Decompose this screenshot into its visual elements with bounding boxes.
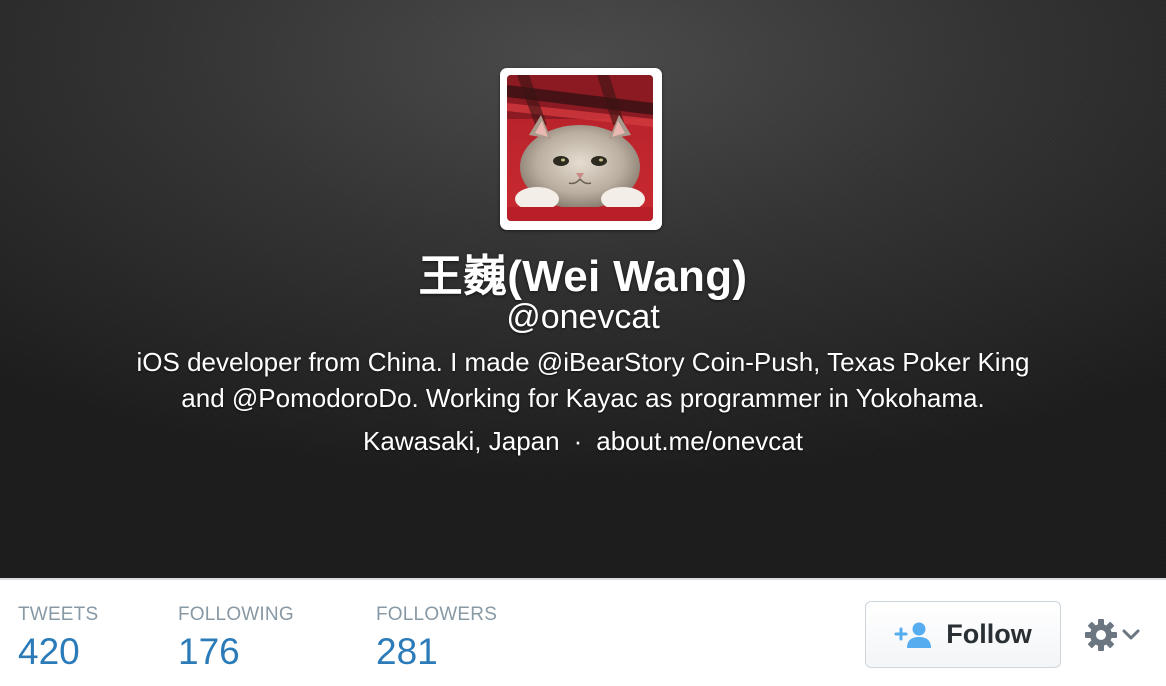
profile-website-link[interactable]: about.me/onevcat (596, 426, 803, 456)
gear-icon (1085, 619, 1117, 651)
stat-followers-label: FOLLOWERS (376, 604, 498, 625)
bio-line: and @PomodoroDo. Working for Kayac as pr… (181, 383, 985, 413)
avatar-image (507, 75, 653, 221)
header-divider (0, 578, 1166, 580)
meta-separator: · (573, 426, 583, 456)
stat-following-label: FOLLOWING (178, 604, 294, 625)
profile-meta: Kawasaki, Japan · about.me/onevcat (0, 426, 1166, 457)
profile-header: 王巍(Wei Wang) @onevcat iOS developer from… (0, 0, 1166, 578)
avatar[interactable] (500, 68, 662, 230)
chevron-down-icon (1122, 629, 1140, 640)
stat-following-value: 176 (178, 631, 240, 672)
stat-followers-value: 281 (376, 631, 438, 672)
profile-bio: iOS developer from China. I made @iBearS… (90, 344, 1076, 416)
user-actions-dropdown[interactable] (1084, 617, 1146, 653)
profile-screen-name[interactable]: @onevcat (0, 298, 1166, 337)
add-user-icon (894, 622, 932, 648)
follow-button[interactable]: Follow (865, 601, 1061, 668)
profile-full-name: 王巍(Wei Wang) (418, 252, 748, 301)
stat-tweets[interactable]: TWEETS 420 (18, 604, 98, 672)
bio-line: iOS developer from China. I made @iBearS… (136, 347, 1030, 377)
stat-following[interactable]: FOLLOWING 176 (178, 604, 294, 672)
stat-tweets-label: TWEETS (18, 604, 99, 625)
profile-location: Kawasaki, Japan (363, 426, 560, 456)
follow-button-label: Follow (946, 619, 1032, 649)
stat-followers[interactable]: FOLLOWERS 281 (376, 604, 497, 672)
stat-tweets-value: 420 (18, 631, 80, 672)
